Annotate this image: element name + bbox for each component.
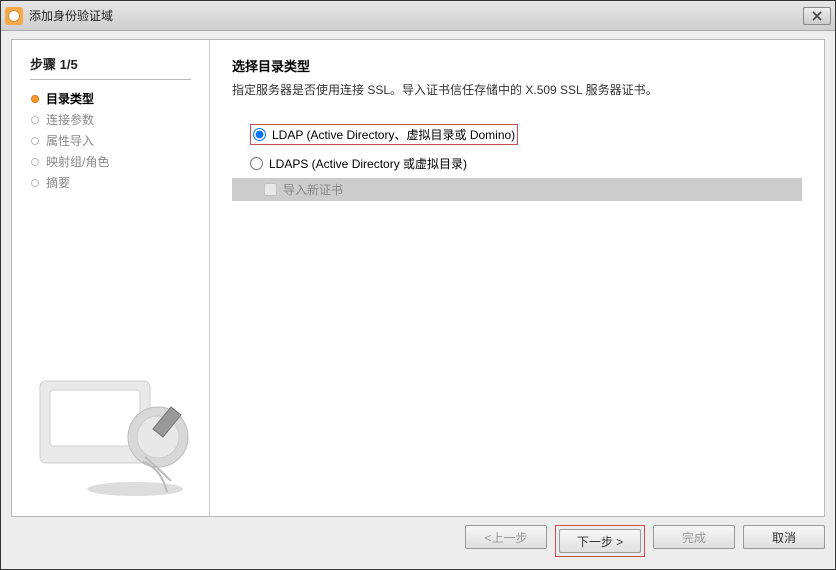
step-label: 摘要 — [46, 174, 70, 191]
import-cert-label: 导入新证书 — [283, 181, 343, 198]
ldaps-radio[interactable] — [250, 157, 263, 170]
step-item-mapping: 映射组/角色 — [30, 153, 191, 170]
option-highlight: LDAP (Active Directory、虚拟目录或 Domino) — [250, 124, 518, 145]
bullet-icon — [30, 115, 40, 125]
step-item-directory-type: 目录类型 — [30, 90, 191, 107]
ldap-radio[interactable] — [253, 128, 266, 141]
finish-button[interactable]: 完成 — [653, 525, 735, 549]
bullet-icon — [30, 94, 40, 104]
titlebar: 添加身份验证域 — [1, 1, 835, 31]
app-icon — [5, 7, 23, 25]
back-button[interactable]: <上一步 — [465, 525, 547, 549]
content-area: 步骤 1/5 目录类型 连接参数 属性导入 映射组/角色 — [11, 39, 825, 517]
step-item-attributes: 属性导入 — [30, 132, 191, 149]
import-cert-checkbox — [264, 183, 277, 196]
finish-label: 完成 — [682, 529, 706, 546]
ldap-label: LDAP (Active Directory、虚拟目录或 Domino) — [272, 126, 515, 143]
bullet-icon — [30, 157, 40, 167]
option-ldaps[interactable]: LDAPS (Active Directory 或虚拟目录) — [232, 153, 802, 174]
step-label: 映射组/角色 — [46, 153, 109, 170]
cancel-label: 取消 — [772, 529, 796, 546]
close-icon — [812, 11, 822, 21]
next-label: 下一步 > — [577, 533, 623, 550]
back-label: <上一步 — [484, 529, 527, 546]
import-cert-row: 导入新证书 — [232, 178, 802, 201]
step-item-summary: 摘要 — [30, 174, 191, 191]
sidebar: 步骤 1/5 目录类型 连接参数 属性导入 映射组/角色 — [12, 40, 210, 516]
page-title: 选择目录类型 — [232, 56, 802, 75]
step-list: 目录类型 连接参数 属性导入 映射组/角色 摘要 — [30, 90, 191, 191]
step-label: 连接参数 — [46, 111, 94, 128]
option-ldap[interactable]: LDAP (Active Directory、虚拟目录或 Domino) — [232, 122, 802, 147]
next-button[interactable]: 下一步 > — [559, 529, 641, 553]
bullet-icon — [30, 136, 40, 146]
bullet-icon — [30, 178, 40, 188]
dialog-title: 添加身份验证域 — [29, 7, 113, 24]
wizard-dialog: 添加身份验证域 步骤 1/5 目录类型 连接参数 属性导入 — [0, 0, 836, 570]
ldaps-label: LDAPS (Active Directory 或虚拟目录) — [269, 155, 467, 172]
wizard-decor-icon — [30, 365, 195, 500]
next-highlight: 下一步 > — [555, 525, 645, 557]
step-label: 属性导入 — [46, 132, 94, 149]
close-button[interactable] — [803, 7, 831, 25]
step-counter: 步骤 1/5 — [30, 54, 191, 73]
button-bar: <上一步 下一步 > 完成 取消 — [11, 525, 825, 557]
step-item-connection: 连接参数 — [30, 111, 191, 128]
cancel-button[interactable]: 取消 — [743, 525, 825, 549]
main-panel: 选择目录类型 指定服务器是否使用连接 SSL。导入证书信任存储中的 X.509 … — [210, 40, 824, 516]
divider — [30, 79, 191, 80]
page-description: 指定服务器是否使用连接 SSL。导入证书信任存储中的 X.509 SSL 服务器… — [232, 81, 802, 98]
step-label: 目录类型 — [46, 90, 94, 107]
